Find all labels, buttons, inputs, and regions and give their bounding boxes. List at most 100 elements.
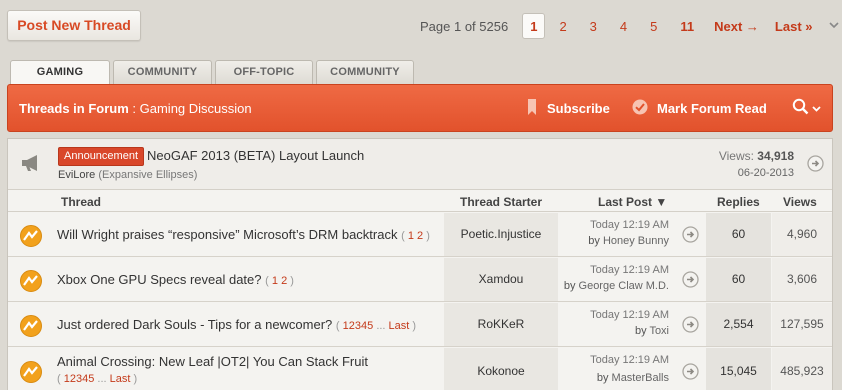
thread-page-link[interactable]: 2	[417, 230, 423, 242]
announcement-author-title: (Expansive Ellipses)	[98, 169, 198, 181]
thread-replies[interactable]: 60	[706, 213, 771, 256]
forum-title-prefix: Threads in Forum	[19, 100, 129, 116]
thread-title-line: Just ordered Dark Souls - Tips for a new…	[57, 317, 416, 332]
thread-title[interactable]: Just ordered Dark Souls - Tips for a new…	[57, 317, 332, 332]
post-new-thread-button[interactable]: Post New Thread	[7, 10, 141, 41]
forum-title: Threads in Forum : Gaming Discussion	[19, 101, 252, 116]
views-count: 34,918	[757, 149, 794, 163]
last-post-by: by MasterBalls	[597, 372, 669, 384]
search-dropdown[interactable]	[792, 98, 821, 118]
col-last-post[interactable]: Last Post ▼	[598, 195, 667, 209]
forum-name: Gaming Discussion	[139, 100, 252, 116]
forum-header-bar: Threads in Forum : Gaming Discussion Sub…	[7, 84, 833, 132]
table-row: Will Wright praises “responsive” Microso…	[8, 213, 832, 257]
next-page-link[interactable]: Next →	[714, 19, 759, 34]
thread-title[interactable]: Will Wright praises “responsive” Microso…	[57, 227, 397, 242]
thread-views: 3,606	[772, 258, 832, 301]
hot-thread-icon	[20, 270, 42, 295]
search-icon	[792, 98, 809, 118]
last-post-by: by Toxi	[635, 325, 669, 337]
thread-replies[interactable]: 60	[706, 258, 771, 301]
page-link-5[interactable]: 5	[641, 13, 666, 39]
arrow-circle-icon[interactable]	[682, 363, 699, 383]
arrow-circle-icon[interactable]	[682, 226, 699, 246]
arrow-circle-icon[interactable]	[682, 316, 699, 336]
thread-views: 4,960	[772, 213, 832, 256]
thread-title[interactable]: Animal Crossing: New Leaf |OT2| You Can …	[57, 354, 368, 369]
col-views[interactable]: Views	[783, 195, 817, 209]
tab-community[interactable]: COMMUNITY	[113, 60, 212, 84]
announcement-author-line: EviLore (Expansive Ellipses)	[58, 169, 197, 181]
thread-page-link[interactable]: 5	[88, 373, 94, 385]
last-post-by: by Honey Bunny	[588, 235, 669, 247]
last-post-time: Today 12:19 AM	[590, 309, 669, 321]
thread-replies[interactable]: 15,045	[706, 348, 771, 390]
thread-starter[interactable]: RoKKeR	[444, 303, 558, 346]
views-label: Views:	[718, 149, 754, 163]
last-page-link[interactable]: Last »	[775, 19, 813, 34]
forum-tabs: GAMING COMMUNITY OFF-TOPIC COMMUNITY	[10, 60, 417, 85]
forum-title-separator: :	[128, 100, 140, 116]
megaphone-icon	[20, 154, 42, 175]
column-header: Thread Thread Starter Last Post ▼ Replie…	[8, 191, 832, 212]
pager-chevron-down-icon[interactable]	[828, 20, 839, 32]
last-post-by-prefix: by	[563, 280, 576, 292]
page-link-2[interactable]: 2	[550, 13, 575, 39]
page-link-11[interactable]: 11	[671, 13, 703, 39]
last-post-by: by George Claw M.D.	[564, 280, 669, 292]
thread-last-page-link[interactable]: Last	[389, 320, 410, 332]
thread-pages: ( 1 2 )	[401, 230, 430, 242]
thread-starter[interactable]: Kokonoe	[444, 348, 558, 390]
thread-views: 127,595	[772, 303, 832, 346]
thread-page-link[interactable]: 2	[281, 275, 287, 287]
thread-starter[interactable]: Poetic.Injustice	[444, 213, 558, 256]
thread-page-link[interactable]: 1	[408, 230, 414, 242]
last-post-time: Today 12:19 AM	[590, 219, 669, 231]
col-thread-starter[interactable]: Thread Starter	[460, 195, 542, 209]
thread-title[interactable]: Xbox One GPU Specs reveal date?	[57, 272, 262, 287]
thread-pages: ( 12345 ... Last )	[57, 373, 138, 385]
col-replies[interactable]: Replies	[717, 195, 760, 209]
thread-title-line: Xbox One GPU Specs reveal date? ( 1 2 )	[57, 272, 294, 287]
last-post-user[interactable]: Honey Bunny	[603, 235, 669, 247]
tab-gaming[interactable]: GAMING	[10, 60, 110, 85]
last-post-user[interactable]: Toxi	[649, 325, 669, 337]
hot-thread-icon	[20, 315, 42, 340]
announcement-badge: Announcement	[58, 147, 144, 166]
announcement-date: 06-20-2013	[737, 167, 794, 179]
arrow-circle-icon[interactable]	[807, 155, 824, 175]
page-link-3[interactable]: 3	[581, 13, 606, 39]
hot-thread-icon	[20, 361, 42, 386]
last-post-cell: Today 12:19 AM by Honey Bunny	[559, 213, 705, 256]
tab-community-2[interactable]: COMMUNITY	[316, 60, 414, 84]
last-post-cell: Today 12:19 AM by MasterBalls	[559, 348, 705, 390]
announcement-title[interactable]: NeoGAF 2013 (BETA) Layout Launch	[147, 148, 364, 163]
page-info: Page 1 of 5256	[420, 18, 509, 34]
last-post-user[interactable]: MasterBalls	[612, 372, 669, 384]
arrow-circle-icon[interactable]	[682, 271, 699, 291]
thread-pages: ( 12345 ... Last )	[335, 320, 417, 332]
thread-last-page-link[interactable]: Last	[110, 373, 131, 385]
last-post-by-prefix: by	[634, 325, 647, 337]
subscribe-button[interactable]: Subscribe	[528, 99, 610, 118]
thread-starter[interactable]: Xamdou	[444, 258, 558, 301]
last-post-time: Today 12:19 AM	[590, 354, 669, 366]
page-link-1[interactable]: 1	[522, 13, 546, 39]
last-post-time: Today 12:19 AM	[590, 264, 669, 276]
page-link-4[interactable]: 4	[611, 13, 636, 39]
subscribe-label: Subscribe	[547, 101, 610, 116]
thread-list-panel: Announcement NeoGAF 2013 (BETA) Layout L…	[7, 138, 833, 390]
mark-read-label: Mark Forum Read	[657, 101, 767, 116]
last-post-by-prefix: by	[596, 372, 609, 384]
col-thread[interactable]: Thread	[61, 195, 101, 209]
last-post-cell: Today 12:19 AM by George Claw M.D.	[559, 258, 705, 301]
tab-off-topic[interactable]: OFF-TOPIC	[215, 60, 313, 84]
thread-page-link[interactable]: 1	[272, 275, 278, 287]
announcement-views: Views: 34,918	[719, 149, 794, 163]
mark-forum-read-button[interactable]: Mark Forum Read	[632, 99, 767, 118]
announcement-author[interactable]: EviLore	[58, 169, 95, 181]
thread-replies[interactable]: 2,554	[706, 303, 771, 346]
announcement-row: Announcement NeoGAF 2013 (BETA) Layout L…	[8, 139, 832, 190]
last-post-user[interactable]: George Claw M.D.	[579, 280, 669, 292]
thread-page-link[interactable]: 5	[367, 320, 373, 332]
